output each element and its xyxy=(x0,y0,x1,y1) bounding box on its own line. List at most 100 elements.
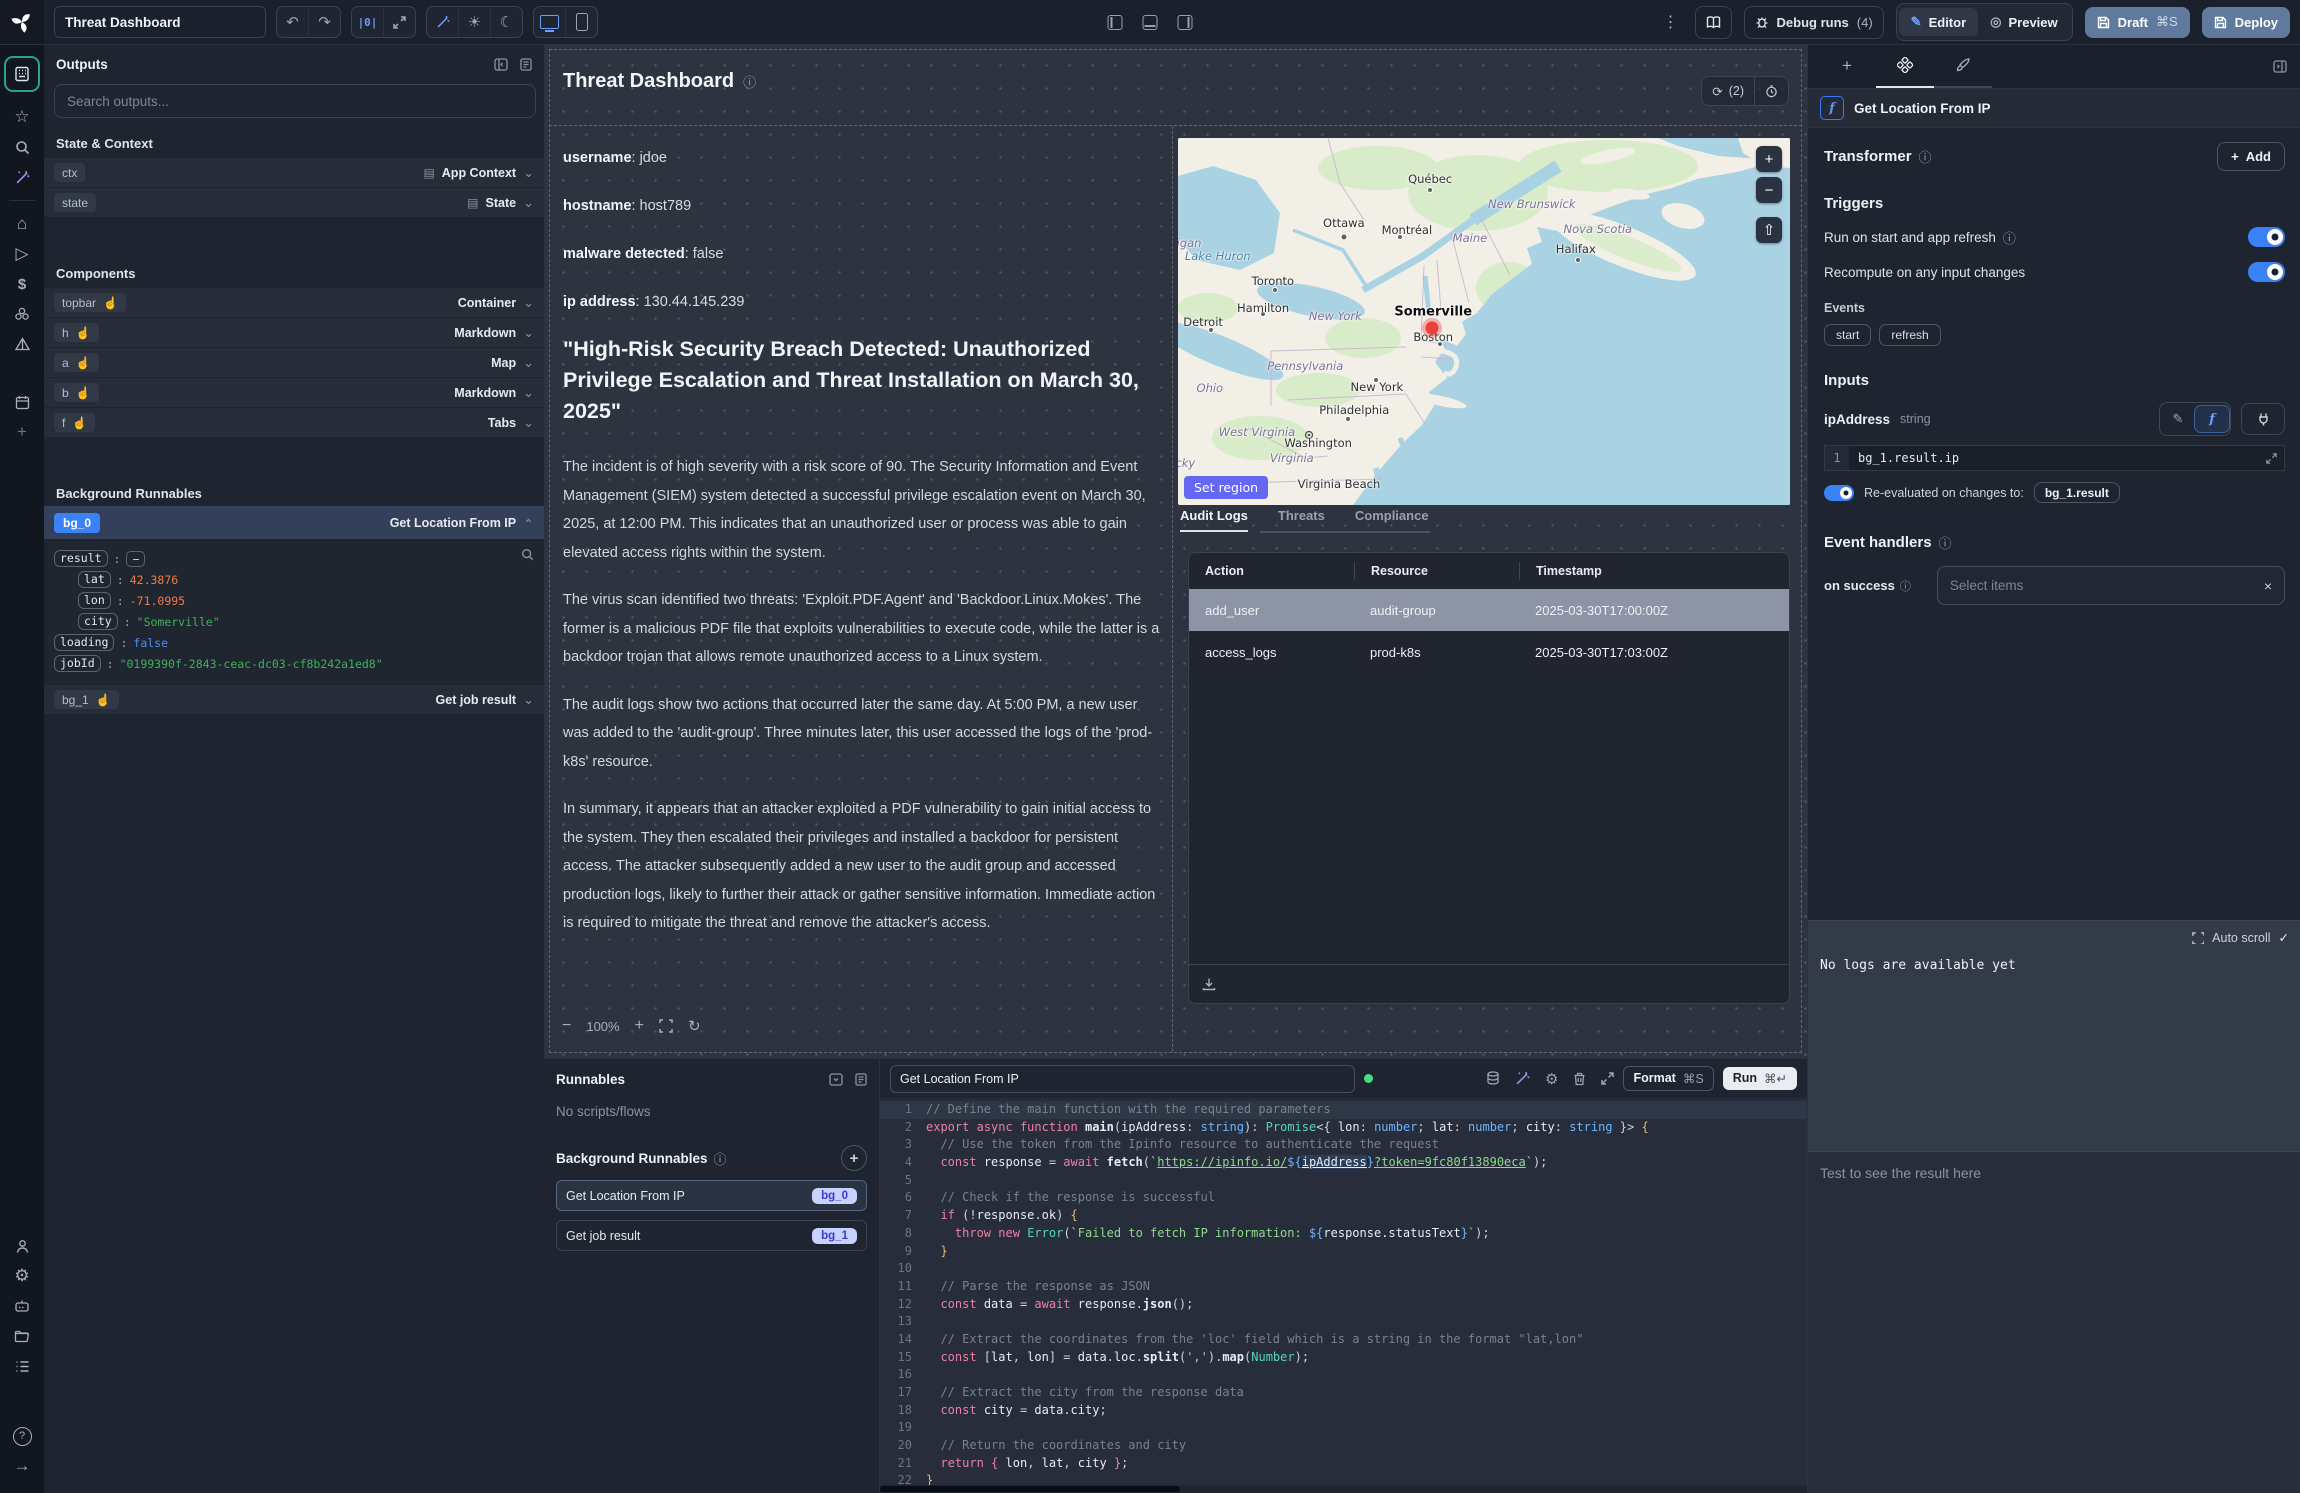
json-key[interactable]: loading xyxy=(54,634,114,651)
add-runnable-button[interactable]: + xyxy=(841,1145,867,1171)
more-menu-icon[interactable]: ⋮ xyxy=(1659,12,1683,32)
undo-button[interactable]: ↶ xyxy=(277,7,308,37)
delete-trash-icon[interactable] xyxy=(1573,1072,1586,1086)
component-row-f[interactable]: f☝Tabs⌄ xyxy=(44,408,544,438)
settings-tab[interactable] xyxy=(1876,44,1934,88)
runnable-name-input[interactable] xyxy=(890,1065,1355,1093)
rail-variables-icon[interactable]: $ xyxy=(7,269,37,299)
map-fit-bounds-button[interactable]: ⇧ xyxy=(1756,217,1782,243)
chevron-down-icon[interactable]: ⌄ xyxy=(523,329,534,337)
json-key[interactable]: result xyxy=(54,550,108,567)
json-search-icon[interactable] xyxy=(521,548,534,561)
mobile-view-button[interactable] xyxy=(565,7,597,37)
redo-button[interactable]: ↷ xyxy=(308,7,340,37)
toggle-bottom-panel-icon[interactable] xyxy=(1143,15,1158,30)
chevron-down-icon[interactable]: ⌄ xyxy=(523,389,534,397)
component-row-h[interactable]: h☝Markdown⌄ xyxy=(44,318,544,348)
magic-wand-icon[interactable] xyxy=(427,7,458,37)
rail-apps-icon[interactable] xyxy=(4,56,40,92)
fit-view-button[interactable] xyxy=(659,1019,673,1033)
map-component[interactable]: QuébecOttawaMontréalMaineNew BrunswickNo… xyxy=(1178,138,1790,505)
table-row[interactable]: access_logsprod-k8s2025-03-30T17:03:00Z xyxy=(1189,631,1789,673)
code-editor[interactable]: 1// Define the main function with the re… xyxy=(880,1098,1807,1493)
rail-help-icon[interactable]: ? xyxy=(7,1421,37,1451)
chevron-down-icon[interactable]: ⌄ xyxy=(523,199,534,207)
light-mode-icon[interactable]: ☀ xyxy=(458,7,490,37)
ai-wand-icon[interactable] xyxy=(1515,1071,1530,1086)
cache-icon[interactable] xyxy=(1486,1071,1500,1086)
rail-settings-icon[interactable]: ⚙ xyxy=(7,1261,37,1291)
collapse-panel-icon[interactable] xyxy=(494,58,508,71)
rail-home-icon[interactable]: ⌂ xyxy=(7,209,37,239)
run-button[interactable]: Run⌘↵ xyxy=(1723,1067,1797,1090)
connect-plug-icon[interactable] xyxy=(2241,403,2285,435)
styling-tab[interactable] xyxy=(1934,44,1992,88)
desktop-view-button[interactable] xyxy=(534,7,565,37)
tab-threats[interactable]: Threats xyxy=(1278,508,1325,532)
component-row-b[interactable]: b☝Markdown⌄ xyxy=(44,378,544,408)
json-key[interactable]: lon xyxy=(78,592,111,609)
bg1-output-row[interactable]: bg_1☝ Get job result ⌄ xyxy=(44,685,544,715)
auto-scroll-check-icon[interactable]: ✓ xyxy=(2279,930,2289,945)
rail-calendar-icon[interactable] xyxy=(7,387,37,417)
rail-search-icon[interactable] xyxy=(7,132,37,162)
eval-mode-icon[interactable]: f xyxy=(2195,406,2229,432)
refresh-components-button[interactable]: ⟳ (2) xyxy=(1702,77,1754,105)
expand-logs-icon[interactable] xyxy=(2192,932,2204,944)
toggle-right-panel-icon[interactable] xyxy=(1178,15,1193,30)
chevron-down-icon[interactable]: ⌄ xyxy=(523,419,534,427)
rail-runs-icon[interactable]: ▷ xyxy=(7,239,37,269)
zoom-out-button[interactable]: − xyxy=(562,1017,571,1035)
expand-canvas-button[interactable] xyxy=(383,7,415,37)
table-row[interactable]: add_useraudit-group2025-03-30T17:00:00Z xyxy=(1189,589,1789,631)
clear-select-icon[interactable]: × xyxy=(2264,578,2272,594)
collapse-bottom-icon[interactable] xyxy=(829,1073,843,1086)
component-row-topbar[interactable]: topbar☝Container⌄ xyxy=(44,288,544,318)
auto-scroll-label[interactable]: Auto scroll xyxy=(2212,931,2270,945)
toggle-left-panel-icon[interactable] xyxy=(1108,15,1123,30)
recompute-timer-icon[interactable] xyxy=(1754,77,1788,105)
collapse-toggle[interactable]: − xyxy=(126,551,145,567)
json-key[interactable]: city xyxy=(78,613,118,630)
input-expression[interactable]: 1 bg_1.result.ip xyxy=(1824,445,2285,471)
app-title-input[interactable]: Threat Dashboard xyxy=(54,6,266,38)
format-button[interactable]: Format⌘S xyxy=(1623,1066,1713,1091)
rail-schedules-icon[interactable] xyxy=(7,329,37,359)
rail-ai-wand-icon[interactable] xyxy=(7,162,37,192)
map-zoom-out-button[interactable]: − xyxy=(1756,177,1782,203)
json-key[interactable]: lat xyxy=(78,571,111,588)
horizontal-scrollbar[interactable] xyxy=(880,1485,1807,1493)
output-row-state[interactable]: state▤State⌄ xyxy=(44,188,544,218)
rail-resources-icon[interactable] xyxy=(7,299,37,329)
map-zoom-in-button[interactable]: + xyxy=(1756,146,1782,172)
rail-add-icon[interactable]: + xyxy=(7,417,37,447)
event-chip-start[interactable]: start xyxy=(1824,324,1871,346)
rail-user-icon[interactable] xyxy=(7,1231,37,1261)
expand-expression-icon[interactable] xyxy=(2266,453,2284,464)
draft-button[interactable]: Draft⌘S xyxy=(2085,7,2190,38)
insert-component-tab[interactable]: + xyxy=(1818,44,1876,88)
deploy-button[interactable]: Deploy xyxy=(2202,7,2290,38)
chevron-down-icon[interactable]: ⌄ xyxy=(523,169,534,177)
tab-compliance[interactable]: Compliance xyxy=(1355,508,1429,532)
preview-tab[interactable]: ◎ Preview xyxy=(1978,8,2070,36)
json-key[interactable]: jobId xyxy=(54,655,101,672)
set-region-button[interactable]: Set region xyxy=(1184,476,1268,499)
event-chip-refresh[interactable]: refresh xyxy=(1879,324,1940,346)
reeval-target-chip[interactable]: bg_1.result xyxy=(2034,482,2120,503)
reeval-toggle[interactable] xyxy=(1824,485,1854,501)
reset-view-button[interactable]: ↻ xyxy=(688,1017,701,1035)
app-canvas[interactable]: Threat Dashboard ⓘ ⟳ (2) username: jdoeh… xyxy=(544,44,1807,1058)
recompute-toggle[interactable] xyxy=(2248,262,2285,282)
chevron-down-icon[interactable]: ⌄ xyxy=(523,696,534,704)
chevron-down-icon[interactable]: ⌄ xyxy=(523,299,534,307)
add-transformer-button[interactable]: + Add xyxy=(2217,142,2285,171)
rail-favorites-icon[interactable]: ☆ xyxy=(7,102,37,132)
output-row-ctx[interactable]: ctx▤App Context⌄ xyxy=(44,158,544,188)
run-on-start-toggle[interactable] xyxy=(2248,227,2285,247)
editor-tab[interactable]: ✎ Editor xyxy=(1899,8,1978,36)
zoom-in-button[interactable]: + xyxy=(635,1017,644,1035)
chevron-up-icon[interactable]: ⌄ xyxy=(523,519,534,527)
static-mode-icon[interactable]: ✎ xyxy=(2161,406,2195,432)
outputs-doc-icon[interactable] xyxy=(520,58,532,71)
